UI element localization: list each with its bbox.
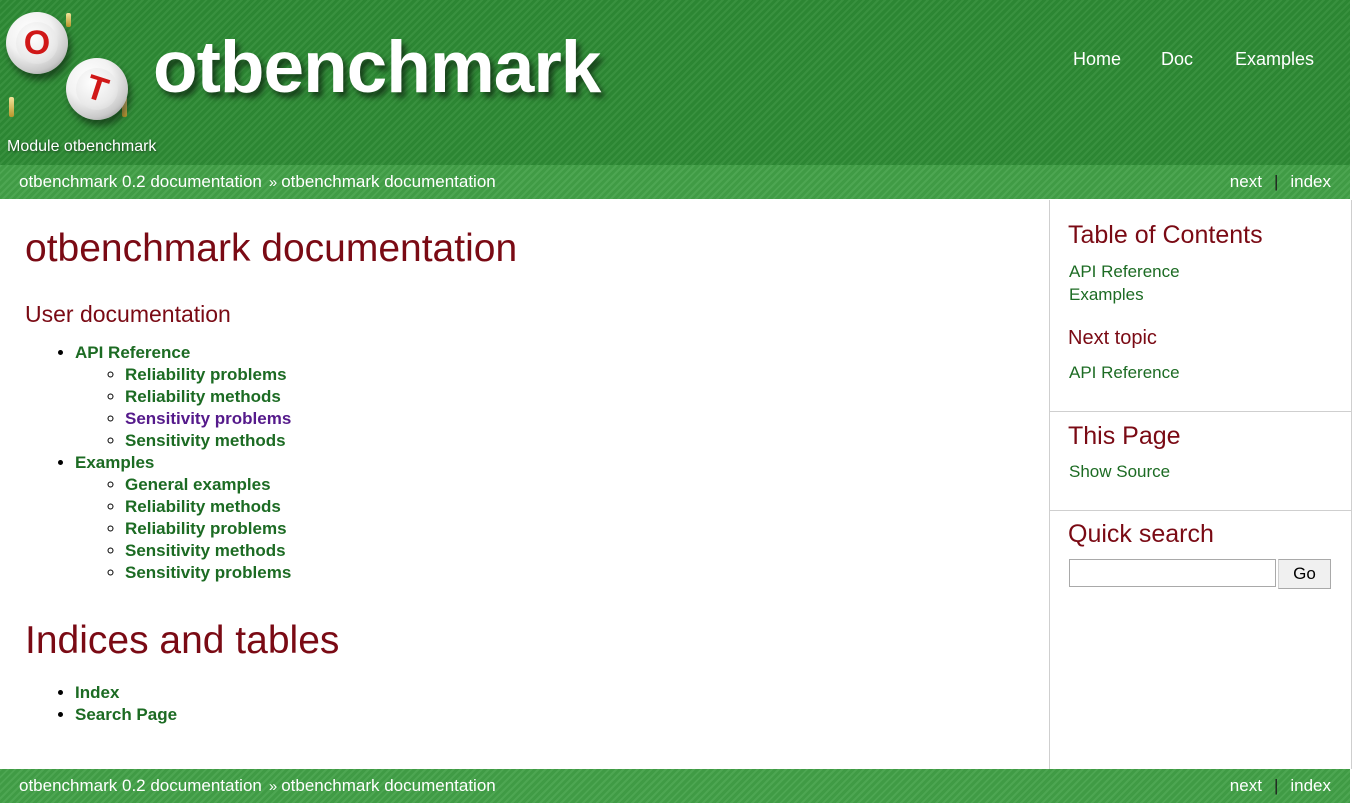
sidebar-next-topic-link[interactable]: API Reference (1069, 362, 1180, 384)
related-bar-bottom: otbenchmark 0.2 documentation » otbenchmar… (0, 769, 1350, 803)
related-divider: | (1273, 776, 1279, 795)
show-source-link[interactable]: Show Source (1069, 461, 1170, 483)
related-nav: next | index (1230, 769, 1331, 803)
toc-link-examples[interactable]: Examples (75, 453, 154, 472)
indices-item: Search Page (75, 704, 177, 726)
sidebar-toc-link-examples[interactable]: Examples (1069, 284, 1144, 306)
index-link[interactable]: index (1290, 776, 1331, 795)
breadcrumb: otbenchmark 0.2 documentation » otbenchmar… (19, 769, 496, 804)
toc-subitem: Reliability problems (125, 518, 291, 540)
sidebar-toc-link-api-reference[interactable]: API Reference (1069, 261, 1180, 283)
toc-link-api-reference[interactable]: API Reference (75, 343, 190, 362)
toc-subitem: Reliability methods (125, 386, 291, 408)
toc-link-reliability-methods[interactable]: Reliability methods (125, 387, 281, 406)
nav-home-link[interactable]: Home (1073, 48, 1121, 70)
breadcrumb-docs-link[interactable]: otbenchmark 0.2 documentation (19, 172, 262, 191)
indices-title: Indices and tables (25, 619, 340, 662)
page-title: otbenchmark documentation (25, 227, 518, 270)
sidebar-this-page-heading: This Page (1068, 422, 1181, 450)
toc-subitem: Sensitivity methods (125, 540, 291, 562)
toc-subitem: General examples (125, 474, 291, 496)
module-label: Module otbenchmark (7, 138, 157, 155)
toc-item: API Reference Reliability problems Relia… (75, 342, 291, 452)
toc-item: Examples General examples Reliability me… (75, 452, 291, 584)
toc-tree: API Reference Reliability problems Relia… (25, 342, 291, 584)
breadcrumb-docs-link[interactable]: otbenchmark 0.2 documentation (19, 776, 262, 795)
toc-subitem: Reliability methods (125, 496, 291, 518)
breadcrumb-current-link[interactable]: otbenchmark documentation (281, 776, 496, 795)
next-link[interactable]: next (1230, 776, 1262, 795)
toc-link-reliability-problems[interactable]: Reliability problems (125, 365, 287, 384)
site-header: O T otbenchmark Module otbenchmark Home … (0, 0, 1350, 165)
index-link[interactable]: index (1290, 172, 1331, 191)
toc-subitem: Sensitivity methods (125, 430, 291, 452)
breadcrumb: otbenchmark 0.2 documentation » otbenchmar… (19, 165, 496, 200)
logo-peg (9, 97, 14, 117)
indices-item: Index (75, 682, 177, 704)
sidebar-divider (1050, 510, 1351, 511)
related-nav: next | index (1230, 165, 1331, 199)
sidebar-next-topic-heading: Next topic (1068, 327, 1157, 349)
sidebar: Table of Contents API Reference Examples… (1049, 200, 1352, 769)
section-title-user-docs: User documentation (25, 301, 231, 327)
related-bar-top: otbenchmark 0.2 documentation » otbenchmar… (0, 165, 1350, 199)
next-link[interactable]: next (1230, 172, 1262, 191)
indices-list: Index Search Page (25, 682, 177, 726)
quick-search-heading: Quick search (1068, 520, 1214, 548)
toc-subitem: Sensitivity problems (125, 408, 291, 430)
index-page-link[interactable]: Index (75, 683, 119, 702)
toc-subitem: Reliability problems (125, 364, 291, 386)
nav-doc-link[interactable]: Doc (1161, 48, 1193, 70)
breadcrumb-separator: » (268, 174, 278, 191)
search-go-button[interactable]: Go (1278, 559, 1331, 589)
sidebar-toc-heading: Table of Contents (1068, 221, 1263, 249)
toc-link-sensitivity-methods[interactable]: Sensitivity methods (125, 431, 286, 450)
toc-sublist: Reliability problems Reliability methods… (75, 364, 291, 452)
search-page-link[interactable]: Search Page (75, 705, 177, 724)
toc-link-examples-reliability-problems[interactable]: Reliability problems (125, 519, 287, 538)
toc-subitem: Sensitivity problems (125, 562, 291, 584)
toc-sublist: General examples Reliability methods Rel… (75, 474, 291, 584)
toc-link-examples-sensitivity-problems[interactable]: Sensitivity problems (125, 563, 291, 582)
toc-link-examples-sensitivity-methods[interactable]: Sensitivity methods (125, 541, 286, 560)
related-divider: | (1273, 172, 1279, 191)
breadcrumb-separator: » (268, 778, 278, 795)
toc-link-general-examples[interactable]: General examples (125, 475, 271, 494)
nav-examples-link[interactable]: Examples (1235, 48, 1314, 70)
toc-link-sensitivity-problems[interactable]: Sensitivity problems (125, 409, 291, 428)
quick-search-input[interactable] (1069, 559, 1276, 587)
toc-link-examples-reliability-methods[interactable]: Reliability methods (125, 497, 281, 516)
top-navigation: Home Doc Examples (0, 48, 1350, 70)
sidebar-divider (1050, 411, 1351, 412)
breadcrumb-current-link[interactable]: otbenchmark documentation (281, 172, 496, 191)
